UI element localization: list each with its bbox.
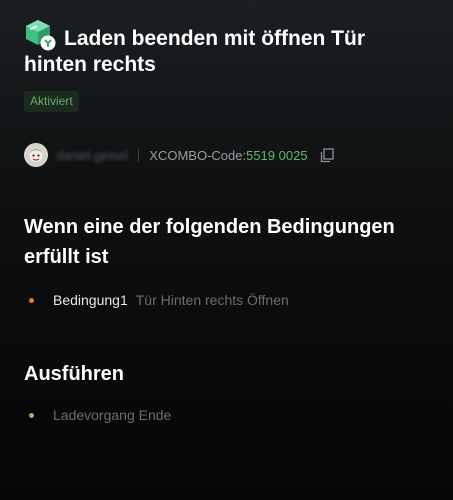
page-title: Laden beenden mit öffnen Tür bbox=[64, 27, 366, 50]
condition-name: Bedingung1 bbox=[53, 292, 128, 308]
status-badge: Aktiviert bbox=[24, 91, 79, 112]
code-value: 5519 0025 bbox=[246, 147, 308, 163]
username[interactable]: daniel.geisel bbox=[56, 148, 128, 163]
author-row: daniel.geisel XCOMBO-Code: 5519 0025 bbox=[24, 141, 334, 169]
condition-item[interactable]: Bedingung1 Tür Hinten rechts Öffnen bbox=[24, 292, 289, 308]
condition-dot bbox=[29, 297, 34, 303]
actions-heading: Ausführen bbox=[24, 363, 124, 385]
action-label: Ladevorgang Ende bbox=[53, 407, 172, 423]
page-title-continued: hinten rechts bbox=[24, 53, 156, 76]
action-dot bbox=[29, 412, 34, 418]
divider bbox=[138, 148, 140, 162]
header: Laden beenden mit öffnen Tür hinten rech… bbox=[24, 18, 434, 78]
copy-icon[interactable] bbox=[320, 147, 334, 163]
condition-description: Tür Hinten rechts Öffnen bbox=[135, 292, 289, 308]
action-item[interactable]: Ladevorgang Ende bbox=[24, 407, 171, 423]
title-line: Laden beenden mit öffnen Tür bbox=[24, 18, 434, 52]
conditions-heading-line1: Wenn eine der folgenden Bedingungen bbox=[24, 216, 395, 238]
conditions-heading: Wenn eine der folgenden Bedingungen erfü… bbox=[24, 212, 434, 272]
conditions-heading-line2: erfüllt ist bbox=[24, 246, 109, 268]
code-label: XCOMBO-Code: bbox=[149, 147, 247, 163]
scene-cube-icon bbox=[26, 20, 56, 51]
avatar[interactable] bbox=[24, 143, 48, 167]
